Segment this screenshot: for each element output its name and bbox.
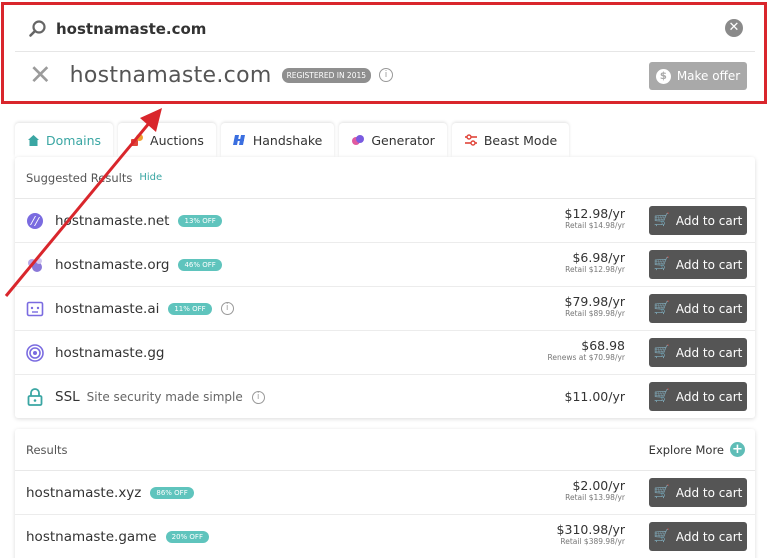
renewal-price: Renews at $70.98/yr — [547, 353, 626, 362]
domain-name[interactable]: hostnamaste.gg — [55, 345, 164, 361]
highlight-box-annotation — [1, 2, 767, 104]
org-extension-icon — [25, 255, 45, 275]
price-value: $79.98/yr — [564, 294, 626, 309]
tab-label: Generator — [371, 132, 435, 148]
add-to-cart-button[interactable]: 🛒 Add to cart — [649, 338, 747, 367]
explore-more-label: Explore More — [648, 442, 724, 457]
list-item: hostnamaste.xyz 86% OFF $2.00/yr Retail … — [15, 471, 755, 515]
ssl-product-name[interactable]: SSL — [55, 389, 80, 405]
discount-badge: 86% OFF — [150, 486, 194, 499]
cart-icon: 🛒 — [653, 345, 670, 360]
tab-beast-mode[interactable]: Beast Mode — [451, 123, 570, 157]
home-icon — [28, 134, 39, 146]
tab-label: Domains — [46, 132, 102, 148]
ssl-description: Site security made simple — [86, 390, 243, 404]
info-icon[interactable]: i — [220, 302, 234, 315]
add-to-cart-label: Add to cart — [675, 529, 743, 544]
beast-mode-icon — [464, 134, 477, 146]
list-item: hostnamaste.net 13% OFF $12.98/yr Retail… — [15, 199, 755, 243]
tab-domains[interactable]: Domains — [15, 123, 114, 157]
price: $11.00/yr — [565, 389, 626, 404]
price: $2.00/yr Retail $13.98/yr — [565, 478, 625, 502]
results-panel: Results Explore More + hostnamaste.xyz 8… — [15, 429, 755, 558]
section-title: Results — [26, 442, 68, 457]
add-to-cart-button[interactable]: 🛒 Add to cart — [649, 206, 747, 235]
suggested-results-header: Suggested Results Hide — [15, 157, 755, 199]
tab-label: Beast Mode — [483, 132, 558, 148]
tab-handshake[interactable]: Handshake — [220, 123, 335, 157]
add-to-cart-label: Add to cart — [675, 389, 743, 404]
results-header: Results Explore More + — [15, 429, 755, 471]
domain-name[interactable]: hostnamaste.xyz — [26, 485, 141, 501]
cart-icon: 🛒 — [653, 257, 670, 272]
price-value: $11.00/yr — [564, 389, 626, 404]
plus-icon: + — [730, 442, 745, 457]
add-to-cart-button[interactable]: 🛒 Add to cart — [649, 250, 747, 279]
list-item: hostnamaste.org 46% OFF $6.98/yr Retail … — [15, 243, 755, 287]
add-to-cart-label: Add to cart — [675, 301, 743, 316]
discount-badge: 20% OFF — [165, 531, 209, 543]
auction-icon — [131, 134, 144, 146]
add-to-cart-label: Add to cart — [675, 213, 743, 228]
discount-badge: 13% OFF — [178, 214, 222, 227]
list-item: SSL Site security made simple i $11.00/y… — [15, 375, 755, 419]
cart-icon: 🛒 — [653, 485, 670, 500]
generator-icon — [352, 135, 365, 145]
hide-link[interactable]: Hide — [139, 172, 162, 183]
price-value: $68.98 — [581, 338, 625, 353]
retail-price: Retail $14.98/yr — [565, 221, 625, 230]
price-value: $310.98/yr — [556, 522, 625, 537]
cart-icon: 🛒 — [653, 389, 670, 404]
price: $12.98/yr Retail $14.98/yr — [565, 206, 626, 230]
price-value: $2.00/yr — [572, 478, 625, 493]
add-to-cart-label: Add to cart — [675, 345, 743, 360]
cart-icon: 🛒 — [653, 529, 670, 544]
domain-name[interactable]: hostnamaste.ai — [55, 301, 159, 317]
discount-badge: 46% OFF — [178, 258, 222, 271]
discount-badge: 11% OFF — [168, 302, 212, 315]
retail-price: Retail $389.98/yr — [560, 537, 625, 546]
add-to-cart-label: Add to cart — [675, 485, 743, 500]
tab-label: Handshake — [252, 132, 323, 148]
handshake-icon — [232, 135, 245, 145]
add-to-cart-button[interactable]: 🛒 Add to cart — [649, 294, 747, 323]
domain-name[interactable]: hostnamaste.org — [55, 257, 169, 273]
price: $6.98/yr Retail $12.98/yr — [565, 250, 625, 274]
ai-robot-icon — [25, 299, 45, 319]
suggested-results-panel: Suggested Results Hide hostnamaste.net 1… — [15, 157, 755, 418]
add-to-cart-button[interactable]: 🛒 Add to cart — [649, 478, 747, 507]
retail-price: Retail $12.98/yr — [565, 265, 625, 274]
list-item: hostnamaste.gg $68.98 Renews at $70.98/y… — [15, 331, 755, 375]
search-tabs: Domains Auctions Handshake Generator Bea… — [15, 123, 570, 157]
domain-name[interactable]: hostnamaste.game — [26, 529, 157, 545]
info-icon[interactable]: i — [251, 390, 265, 404]
price: $310.98/yr Retail $389.98/yr — [557, 522, 625, 546]
cart-icon: 🛒 — [653, 213, 670, 228]
explore-more-link[interactable]: Explore More + — [649, 442, 745, 457]
tab-generator[interactable]: Generator — [339, 123, 447, 157]
domain-name[interactable]: hostnamaste.net — [55, 213, 169, 229]
tab-label: Auctions — [150, 132, 204, 148]
add-to-cart-button[interactable]: 🛒 Add to cart — [649, 522, 747, 551]
section-title: Suggested Results — [26, 170, 133, 185]
retail-price: Retail $89.98/yr — [565, 309, 625, 318]
price-value: $12.98/yr — [564, 206, 626, 221]
price: $79.98/yr Retail $89.98/yr — [565, 294, 626, 318]
add-to-cart-button[interactable]: 🛒 Add to cart — [649, 382, 747, 411]
list-item: hostnamaste.ai 11% OFF i $79.98/yr Retai… — [15, 287, 755, 331]
net-extension-icon — [25, 211, 45, 231]
price-value: $6.98/yr — [572, 250, 625, 265]
add-to-cart-label: Add to cart — [675, 257, 743, 272]
tab-auctions[interactable]: Auctions — [118, 123, 216, 157]
gg-target-icon — [25, 343, 45, 363]
retail-price: Retail $13.98/yr — [565, 493, 625, 502]
cart-icon: 🛒 — [653, 301, 670, 316]
lock-icon — [25, 387, 45, 407]
list-item: hostnamaste.game 20% OFF $310.98/yr Reta… — [15, 515, 755, 558]
price: $68.98 Renews at $70.98/yr — [548, 338, 626, 362]
